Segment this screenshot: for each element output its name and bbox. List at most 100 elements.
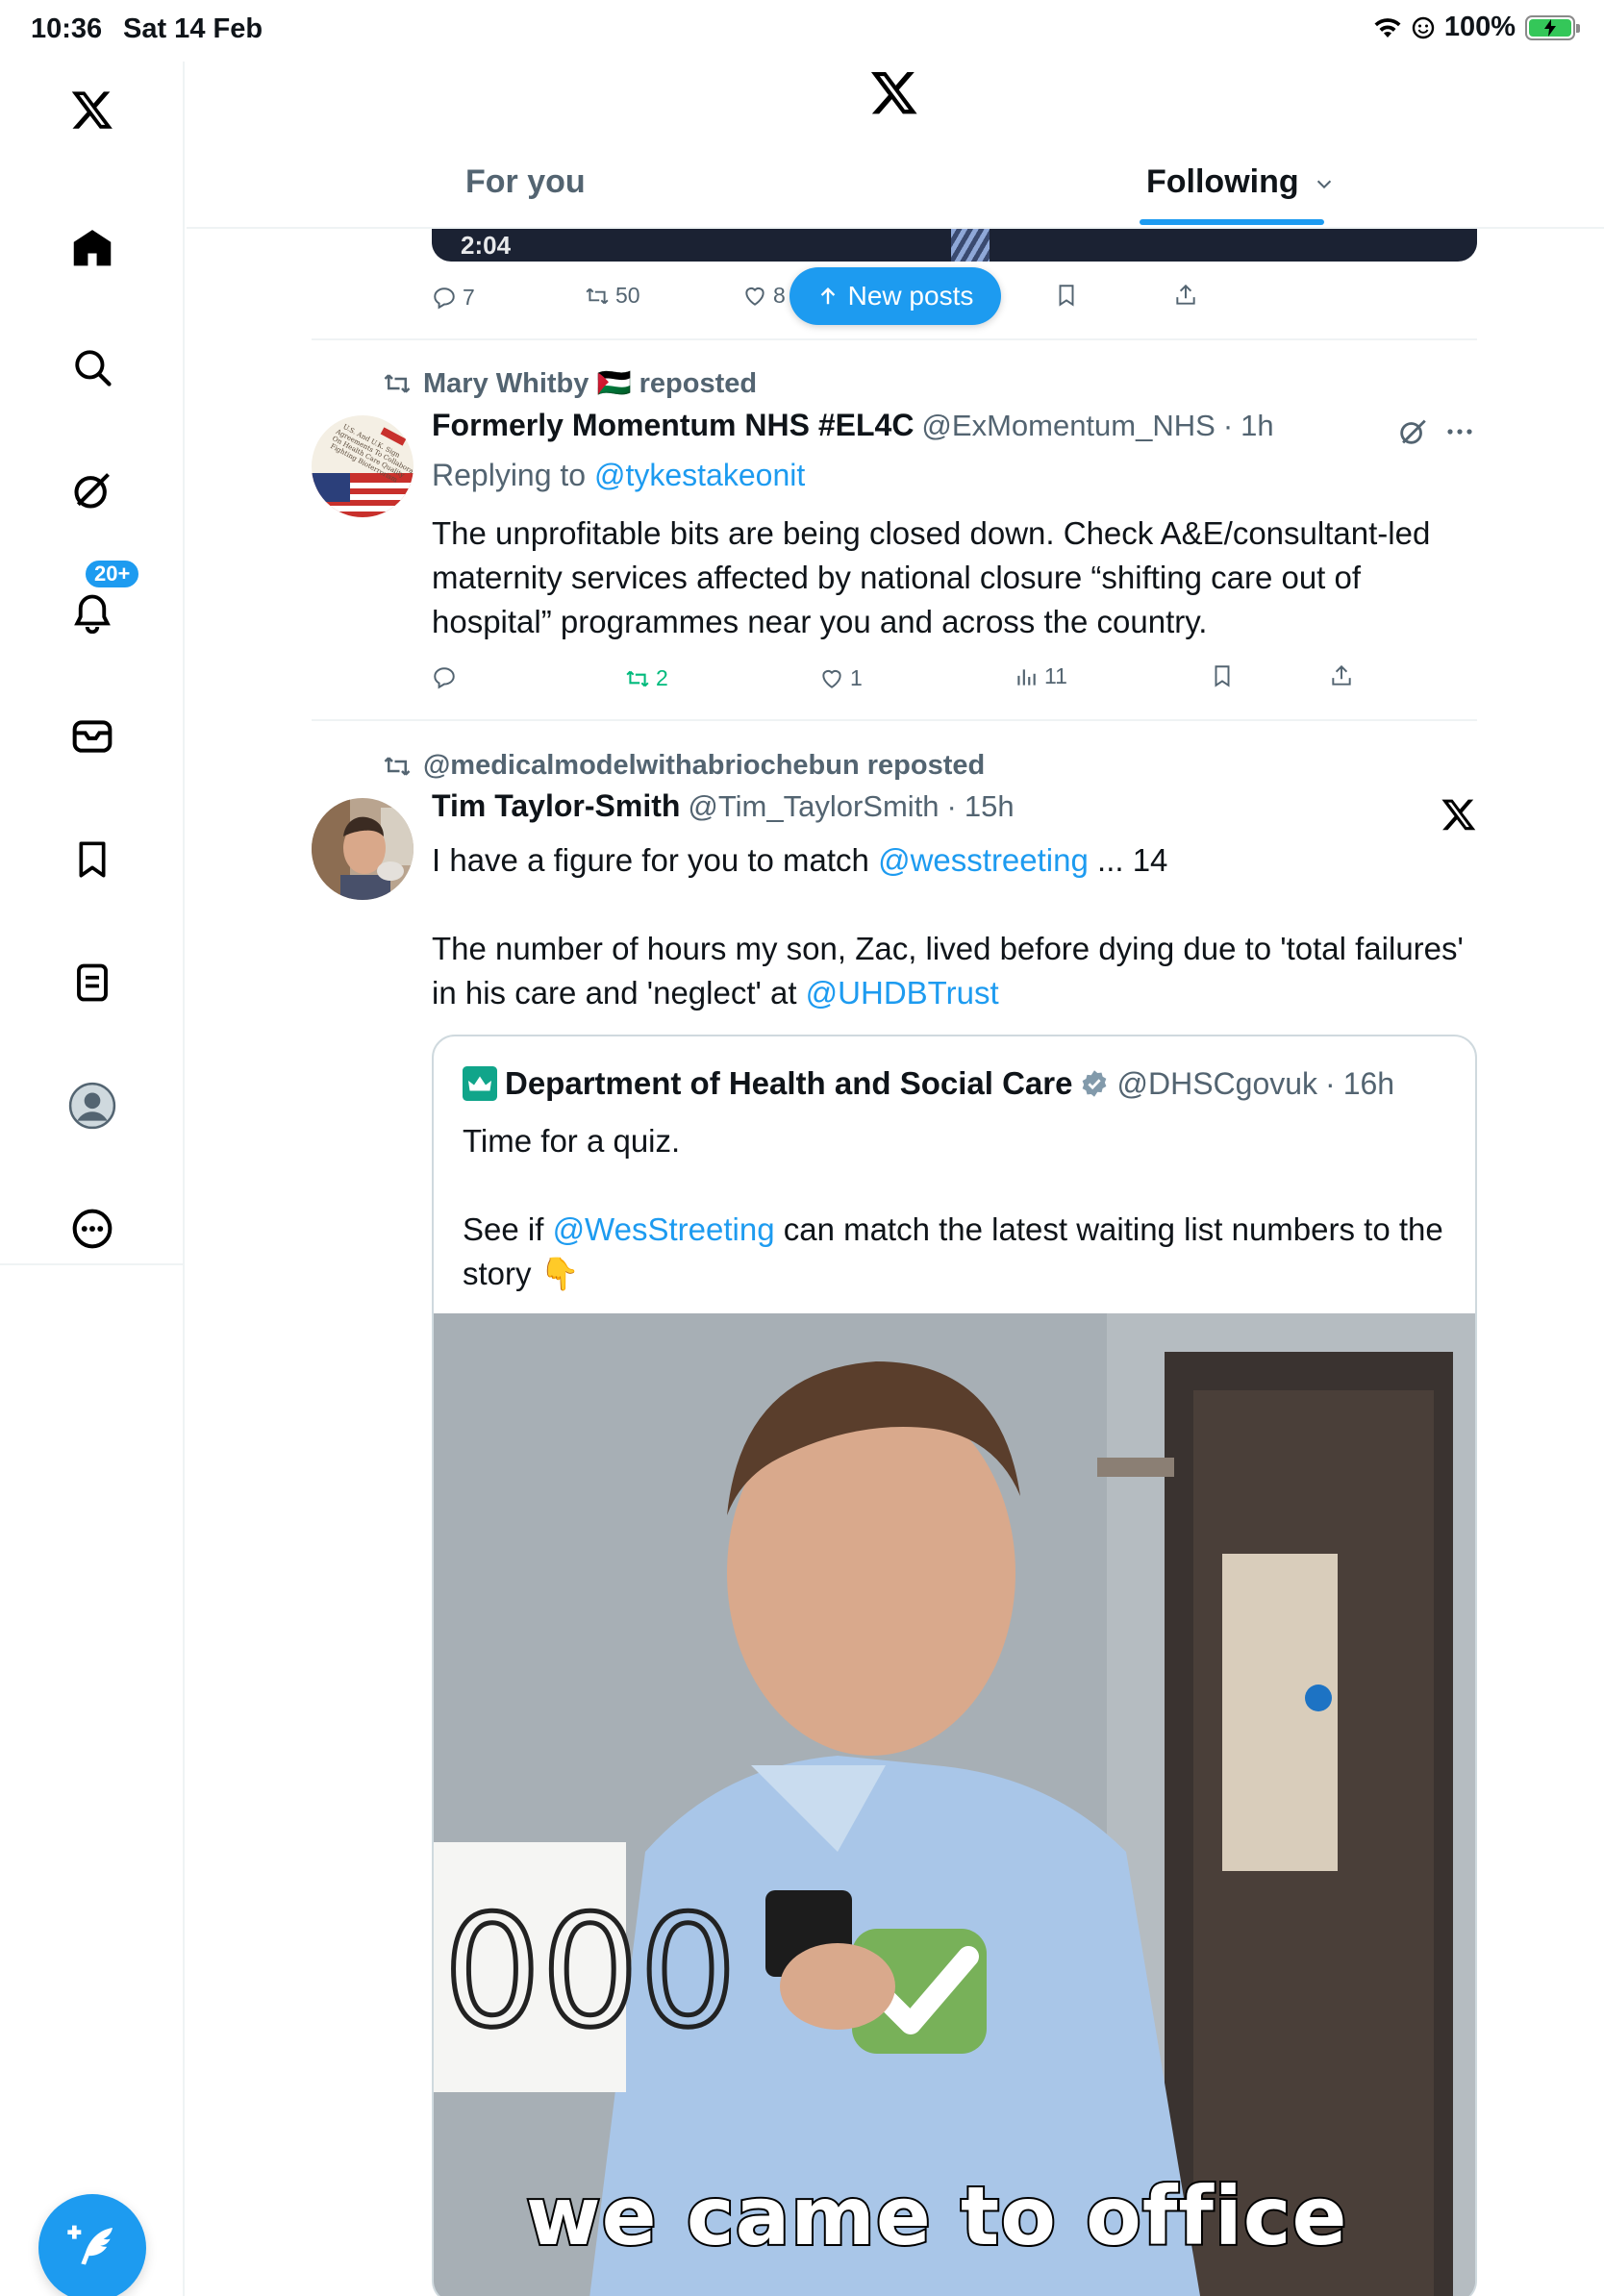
separator-dot: · [946,789,957,823]
share-icon [1176,284,1195,305]
gov-crown-icon [463,1066,497,1101]
post-text-paragraph-2: The number of hours my son, Zac, lived b… [432,927,1480,1015]
search-icon[interactable] [65,340,119,394]
sidebar: 20+ [0,62,185,2296]
home-icon[interactable] [65,221,119,275]
repost-button[interactable]: 2 [625,665,668,691]
svg-text:000: 000 [443,1882,737,2061]
views-icon [1017,668,1036,686]
avatar[interactable] [312,798,414,900]
reply-icon [434,287,455,309]
like-button[interactable]: 1 [819,665,863,691]
bookmark-icon [1215,665,1230,687]
tab-following[interactable]: Following [1146,163,1335,201]
quote-text-spacer [463,1163,1463,1208]
like-count: 1 [850,665,863,690]
quote-author-name[interactable]: Department of Health and Social Care [505,1065,1072,1102]
x-header-logo-icon[interactable] [869,67,919,117]
new-posts-button[interactable]: New posts [789,267,1001,325]
more-icon[interactable] [65,1202,119,1256]
author-name[interactable]: Tim Taylor-Smith [432,788,680,824]
quote-author-handle[interactable]: @DHSCgovuk [1116,1066,1317,1102]
author-name[interactable]: Formerly Momentum NHS #EL4C [432,408,914,443]
bookmarks-icon[interactable] [65,833,119,886]
tab-following-label: Following [1146,163,1299,200]
post-divider [312,719,1477,721]
post-text: The unprofitable bits are being closed d… [432,515,1431,639]
video-caption: we came to office [524,2167,1348,2265]
tab-for-you[interactable]: For you [465,163,586,201]
like-count: 8 [773,283,786,308]
grok-icon[interactable] [65,463,119,517]
repost-indicator[interactable]: Mary Whitby 🇵🇸 reposted [383,367,757,400]
post-time[interactable]: 1h [1241,409,1273,443]
repost-button[interactable]: 50 [585,283,640,309]
notifications-icon[interactable] [65,586,119,640]
post-time[interactable]: 15h [965,789,1015,824]
battery-icon [1525,14,1580,40]
repost-icon [384,756,411,776]
lists-icon[interactable] [65,956,119,1010]
mention-link[interactable]: @wesstreeting [878,842,1089,878]
share-button[interactable] [1173,283,1198,308]
author-handle[interactable]: @Tim_TaylorSmith [688,789,939,824]
post-text: I have a figure for you to match @wesstr… [432,838,1480,883]
heart-icon [745,287,764,306]
like-button[interactable]: 8 [742,283,786,309]
post-text-line1-end: ... 14 [1088,842,1168,878]
x-logo-icon[interactable] [1441,796,1477,833]
repost-icon [384,374,411,393]
replying-to: Replying to @tykestakeonit [432,458,805,493]
author-handle[interactable]: @ExMomentum_NHS [921,409,1215,443]
reply-button[interactable]: 7 [432,285,475,311]
repost-indicator[interactable]: @medicalmodelwithabriochebun reposted [383,750,985,782]
video-duration: 2:04 [461,231,512,260]
heart-icon [822,669,841,688]
status-bar: 10:36 Sat 14 Feb 100% [0,0,1604,62]
profile-icon[interactable] [65,1079,119,1133]
reply-count: 7 [463,285,475,310]
quote-header: Department of Health and Social Care @DH… [463,1065,1394,1102]
repost-count: 2 [656,665,668,690]
bookmark-button[interactable] [1054,283,1079,308]
video-frame-illustration: 000 [434,1313,1475,2296]
compose-icon [67,2225,113,2265]
quote-video[interactable]: 000 we came to office [434,1313,1475,2296]
mention-link[interactable]: @WesStreeting [553,1211,775,1247]
sidebar-divider [0,1263,185,1265]
quote-text: Time for a quiz. See if @WesStreeting ca… [463,1119,1463,1296]
new-posts-label: New posts [847,281,974,311]
bookmark-icon [1059,285,1074,307]
status-date: Sat 14 Feb [123,13,263,44]
x-logo-icon[interactable] [65,83,119,137]
replying-to-link[interactable]: @tykestakeonit [594,458,805,492]
repost-icon [626,670,649,686]
notifications-badge: 20+ [83,558,142,590]
avatar[interactable]: U.S. And U.K. Sign Agreements To Collabor… [312,415,414,517]
arrow-up-icon [820,287,835,305]
post-header: Formerly Momentum NHS #EL4C @ExMomentum_… [432,408,1274,443]
wifi-icon [1374,17,1401,37]
verified-badge-icon [1083,1070,1107,1097]
battery-percent: 100% [1443,12,1516,42]
compose-button[interactable] [38,2194,146,2296]
reply-button[interactable] [432,665,463,690]
separator-dot: · [1325,1065,1336,1101]
replying-label: Replying to [432,458,587,492]
grok-post-icon[interactable] [1396,415,1429,448]
views-count: 11 [1044,663,1067,688]
post-text-line1: I have a figure for you to match [432,842,879,878]
post-divider [312,338,1477,340]
repost-by: Mary Whitby 🇵🇸 reposted [423,368,758,399]
more-options-icon[interactable] [1442,415,1477,448]
chevron-down-icon[interactable] [1314,173,1335,194]
views-button[interactable]: 11 [1014,663,1067,689]
video-thumbnail[interactable]: 2:04 [432,229,1477,262]
post-header: Tim Taylor-Smith @Tim_TaylorSmith · 15h [432,788,1015,824]
share-button[interactable] [1329,663,1354,688]
mention-link[interactable]: @UHDBTrust [806,975,999,1011]
messages-icon[interactable] [65,710,119,763]
quoted-post[interactable]: Department of Health and Social Care @DH… [432,1035,1477,2296]
bookmark-button[interactable] [1210,663,1235,688]
video-frame-detail [951,229,990,262]
